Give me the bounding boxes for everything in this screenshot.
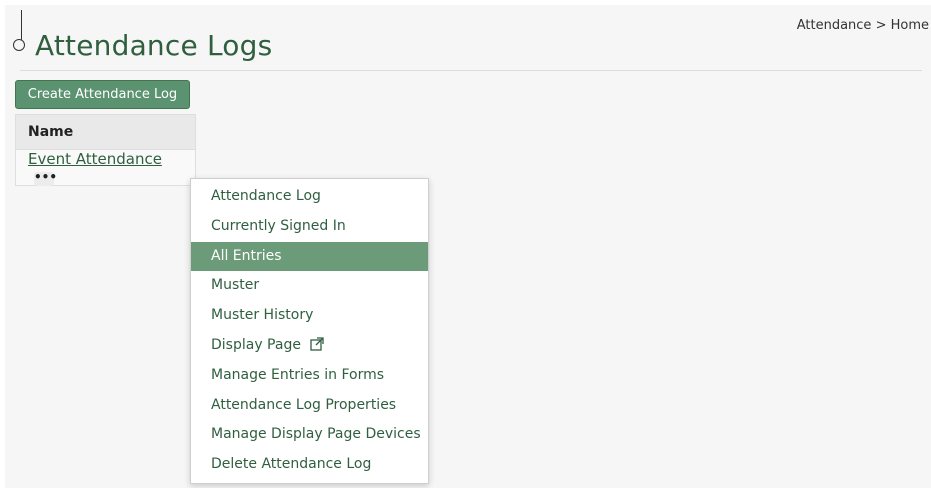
menu-item-manage-display-page-devices[interactable]: Manage Display Page Devices	[191, 420, 428, 450]
event-attendance-link[interactable]: Event Attendance	[28, 150, 162, 168]
breadcrumb-separator: >	[875, 18, 887, 33]
table-cell-name: Event Attendance •••	[15, 149, 196, 186]
breadcrumb-attendance[interactable]: Attendance	[797, 18, 872, 33]
create-attendance-log-button[interactable]: Create Attendance Log	[15, 80, 190, 109]
attendance-log-table: Name Event Attendance •••	[15, 114, 196, 186]
breadcrumb: Attendance > Home	[797, 18, 929, 33]
table-header-row: Name	[15, 114, 196, 150]
menu-item-delete-attendance-log[interactable]: Delete Attendance Log	[191, 450, 428, 480]
menu-item-currently-signed-in[interactable]: Currently Signed In	[191, 212, 428, 242]
external-link-icon	[310, 337, 325, 351]
timeline-line	[21, 10, 22, 40]
page: Attendance Logs Attendance > Home	[5, 5, 931, 488]
column-header-name: Name	[15, 114, 196, 150]
menu-item-display-page[interactable]: Display Page	[191, 331, 428, 361]
menu-item-manage-entries-in-forms[interactable]: Manage Entries in Forms	[191, 361, 428, 391]
menu-item-attendance-log[interactable]: Attendance Log	[191, 182, 428, 212]
breadcrumb-home[interactable]: Home	[891, 18, 929, 33]
menu-item-all-entries[interactable]: All Entries	[191, 241, 428, 272]
more-options-icon[interactable]: •••	[34, 171, 57, 186]
page-title: Attendance Logs	[35, 29, 273, 62]
menu-item-muster-history[interactable]: Muster History	[191, 301, 428, 331]
table-row: Event Attendance •••	[15, 149, 196, 186]
title-divider	[20, 70, 922, 71]
menu-item-attendance-log-properties[interactable]: Attendance Log Properties	[191, 391, 428, 421]
timeline-dot-icon	[13, 39, 25, 51]
menu-item-muster[interactable]: Muster	[191, 271, 428, 301]
menu-item-display-page-label: Display Page	[211, 336, 301, 353]
row-actions-menu: Attendance Log Currently Signed In All E…	[190, 178, 429, 484]
